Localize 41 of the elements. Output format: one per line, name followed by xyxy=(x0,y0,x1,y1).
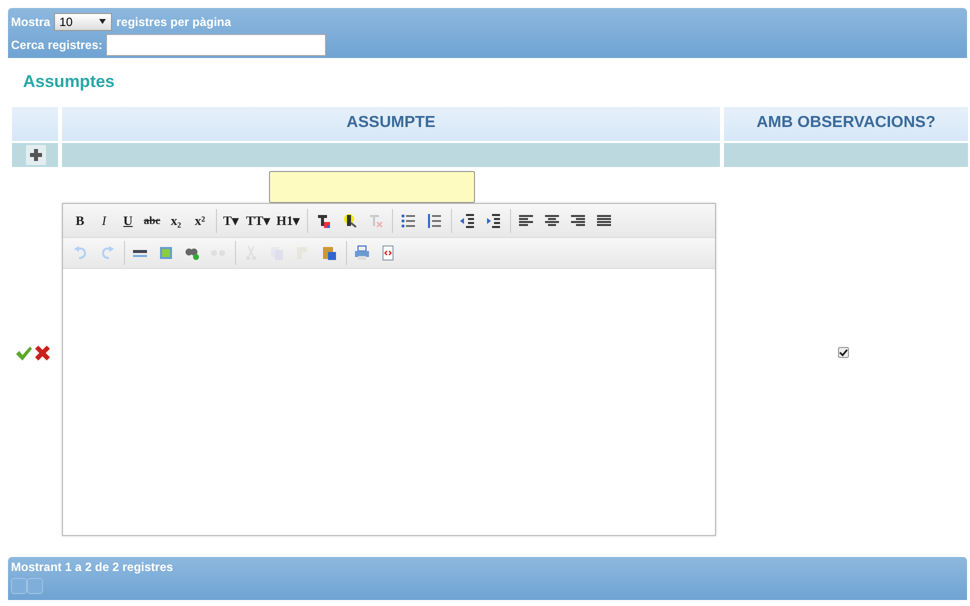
plus-icon xyxy=(29,148,43,162)
undo-icon xyxy=(73,245,89,261)
printer-icon xyxy=(354,245,370,261)
page-title: Assumptes xyxy=(23,72,116,92)
align-left-icon xyxy=(518,212,534,228)
observations-checkbox[interactable] xyxy=(838,347,848,358)
numbered-list-icon xyxy=(426,212,442,228)
toolbar-button[interactable]: x² xyxy=(189,210,211,232)
toolbar-button[interactable]: U xyxy=(117,210,139,232)
toolbar-button[interactable]: H1▾ xyxy=(274,210,302,232)
show-label: Mostra xyxy=(11,14,50,28)
per-page-label: registres per pàgina xyxy=(116,14,232,28)
toolbar-button[interactable]: TT▾ xyxy=(244,210,272,232)
records-info: Mostrant 1 a 2 de 2 registres xyxy=(11,560,174,576)
align-center-icon xyxy=(544,212,560,228)
toolbar-button[interactable]: abc xyxy=(141,210,163,232)
column-header: AMB OBSERVACIONS? xyxy=(724,107,968,141)
cancel-icon[interactable] xyxy=(34,344,51,362)
toolbar-button[interactable]: T▾ xyxy=(220,210,242,232)
page-size-select[interactable]: 10 xyxy=(54,12,112,30)
toolbar-button[interactable]: B xyxy=(69,210,91,232)
redo-icon xyxy=(99,245,115,261)
outdent-icon xyxy=(458,212,475,228)
clipboard-icon xyxy=(321,245,337,261)
scissors-icon xyxy=(243,245,259,261)
search-label: Cerca registres: xyxy=(11,38,102,52)
code-document-icon xyxy=(380,245,396,261)
align-right-icon xyxy=(570,212,586,228)
column-header xyxy=(12,107,58,141)
bulleted-list-icon xyxy=(400,212,416,228)
add-button[interactable] xyxy=(26,145,46,165)
toolbar-button[interactable]: I xyxy=(93,210,115,232)
toolbar-button[interactable]: x₂ xyxy=(165,210,187,232)
column-header: ASSUMPTE xyxy=(62,107,720,141)
search-field[interactable] xyxy=(106,34,326,56)
indent-icon xyxy=(484,212,501,228)
copy-icon xyxy=(269,245,285,261)
justify-icon xyxy=(596,212,612,228)
subject-field[interactable] xyxy=(269,171,475,203)
caret-icon xyxy=(99,19,106,24)
image-icon xyxy=(158,245,174,261)
